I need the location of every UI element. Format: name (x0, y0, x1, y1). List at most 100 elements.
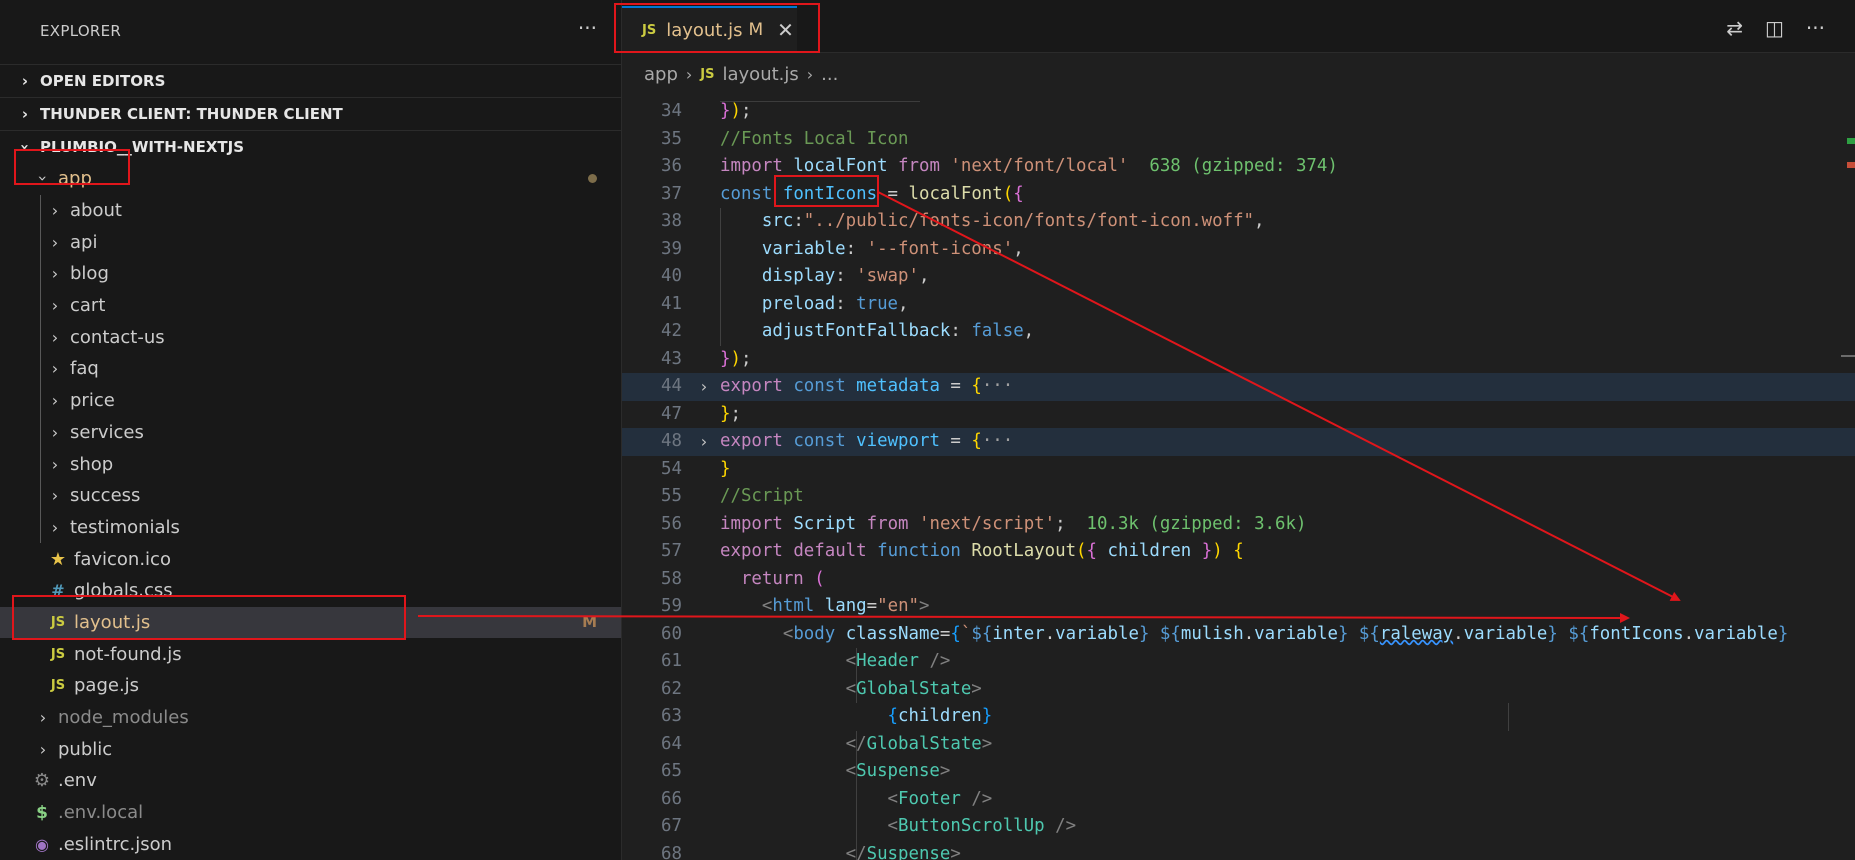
close-icon[interactable]: ✕ (777, 18, 794, 42)
code-line[interactable]: 37 const fontIcons = localFont({ (622, 181, 1855, 209)
code-line[interactable]: 48 › export const viewport = {··· (622, 428, 1855, 456)
css-file-icon: # (51, 581, 65, 601)
breadcrumb-symbol[interactable]: ... (821, 64, 838, 85)
code-line[interactable]: 44 › export const metadata = {··· (622, 373, 1855, 401)
scrollbar-change-marker (1847, 162, 1855, 168)
tree-folder-success[interactable]: › success (0, 480, 621, 512)
code-line[interactable]: 59 <html lang="en"> (622, 593, 1855, 621)
tree-folder-api[interactable]: › api (0, 226, 621, 258)
tree-folder-faq[interactable]: › faq (0, 353, 621, 385)
breadcrumb-file[interactable]: layout.js (723, 64, 799, 85)
tree-folder-services[interactable]: › services (0, 417, 621, 449)
chevron-right-icon: › (685, 64, 693, 84)
code-line[interactable]: 35 //Fonts Local Icon (622, 126, 1855, 154)
tree-folder-price[interactable]: › price (0, 385, 621, 417)
tree-folder-blog[interactable]: › blog (0, 258, 621, 290)
code-text: adjustFontFallback: false, (761, 321, 1035, 341)
chevron-right-icon: › (51, 232, 59, 252)
more-actions-icon[interactable]: ··· (1806, 16, 1825, 40)
star-icon: ★ (49, 548, 67, 570)
split-editor-icon[interactable]: ◫ (1765, 16, 1784, 40)
line-number: 60 (661, 623, 682, 644)
tree-item-label: contact-us (70, 326, 165, 348)
section-project[interactable]: › PLUMBIO__WITH-NEXTJS (0, 130, 621, 163)
gear-icon: ⚙ (33, 770, 51, 792)
js-file-icon: JS (50, 646, 66, 662)
tree-folder-node-modules[interactable]: › node_modules (0, 702, 621, 734)
code-line[interactable]: 39 variable: '--font-icons', (622, 236, 1855, 264)
tree-folder-shop[interactable]: › shop (0, 448, 621, 480)
code-editor[interactable]: 34}); 35//Fonts Local Icon 36 import localF… (622, 94, 1855, 860)
code-line[interactable]: 64 </GlobalState> (622, 731, 1855, 759)
code-line[interactable]: 56 import Script from 'next/script'; 10.3… (622, 511, 1855, 539)
fold-chevron-icon[interactable]: › (699, 428, 709, 456)
tree-file-globals-css[interactable]: # globals.css (0, 575, 621, 607)
code-text: <Header /> (845, 651, 951, 671)
tree-file-layout-js[interactable]: JS layout.js M (0, 606, 621, 639)
code-line[interactable]: 36 import localFont from 'next/font/local… (622, 153, 1855, 181)
tree-folder-testimonials[interactable]: › testimonials (0, 512, 621, 544)
line-number: 65 (661, 761, 682, 781)
tree-file-favicon[interactable]: ★ favicon.ico (0, 543, 621, 575)
tree-file-page-js[interactable]: JS page.js (0, 670, 621, 702)
code-line[interactable]: 38 src:"../public/fonts-icon/fonts/font-… (622, 208, 1855, 236)
code-text: import localFont from 'next/font/local' … (720, 156, 1338, 176)
tree-folder-contact-us[interactable]: › contact-us (0, 321, 621, 353)
fold-chevron-icon[interactable]: › (699, 373, 709, 401)
code-line[interactable]: 65 <Suspense> (622, 758, 1855, 786)
eslint-icon: ◉ (35, 834, 49, 854)
open-changes-icon[interactable]: ⇄ (1726, 16, 1743, 40)
app-children: › about › api › blog › cart › contact-us › faq › pric… (0, 194, 621, 544)
code-line[interactable]: 57 export default function RootLayout({ c… (622, 538, 1855, 566)
tree-file-not-found-js[interactable]: JS not-found.js (0, 638, 621, 670)
tree-item-label: faq (70, 358, 99, 380)
code-line[interactable]: 40 display: 'swap', (622, 263, 1855, 291)
code-line[interactable]: 63 {children} (622, 703, 1855, 731)
code-line[interactable]: 43}); (622, 346, 1855, 374)
tree-item-label: .eslintrc.json (58, 833, 173, 855)
tree-file-eslintrc[interactable]: ◉ .eslintrc.json (0, 828, 621, 860)
code-text: <body className={`${inter.variable} ${mu… (782, 623, 1789, 644)
section-label: PLUMBIO__WITH-NEXTJS (40, 138, 245, 156)
tree-file-env[interactable]: ⚙ .env (0, 765, 621, 797)
code-line[interactable]: 58 return ( (622, 566, 1855, 594)
tree-folder-cart[interactable]: › cart (0, 290, 621, 322)
tree-item-label: success (70, 485, 141, 507)
code-line[interactable]: 60 <body className={`${inter.variable} $… (622, 621, 1855, 649)
line-number: 58 (661, 568, 682, 589)
code-line[interactable]: 42 adjustFontFallback: false, (622, 318, 1855, 346)
explorer-header: EXPLORER ··· (0, 0, 621, 64)
tree-folder-public[interactable]: › public (0, 733, 621, 765)
code-text: //Script (720, 486, 804, 506)
code-text: } (720, 458, 731, 479)
chevron-down-icon: › (16, 143, 34, 151)
code-line[interactable]: 68 </Suspense> (622, 841, 1855, 860)
code-line[interactable]: 41 preload: true, (622, 291, 1855, 319)
code-line[interactable]: 54} (622, 456, 1855, 484)
chevron-right-icon: › (51, 517, 59, 537)
code-text: import Script from 'next/script'; 10.3k … (720, 513, 1307, 534)
code-line[interactable]: 67 <ButtonScrollUp /> (622, 813, 1855, 841)
code-line[interactable]: 62 <GlobalState> (622, 676, 1855, 704)
editor-area: JS layout.js M ✕ ⇄ ◫ ··· app › JS layout… (622, 0, 1855, 860)
tab-label: layout.js (666, 19, 743, 41)
section-open-editors[interactable]: › OPEN EDITORS (0, 64, 621, 97)
code-line[interactable]: 47}; (622, 401, 1855, 429)
line-number: 37 (661, 183, 682, 204)
code-text: export default function RootLayout({ chi… (720, 541, 1244, 561)
code-line[interactable]: 66 <Footer /> (622, 786, 1855, 814)
tree-item-label: not-found.js (74, 643, 182, 665)
more-actions-icon[interactable]: ··· (578, 16, 597, 40)
code-line[interactable]: 34}); (622, 98, 1855, 126)
tree-folder-about[interactable]: › about (0, 195, 621, 227)
tree-folder-app[interactable]: › app (0, 163, 621, 195)
code-line[interactable]: 61 <Header /> (622, 648, 1855, 676)
tree-file-env-local[interactable]: $ .env.local (0, 797, 621, 829)
vscode-window: EXPLORER ··· › OPEN EDITORS › THUNDER CL… (0, 0, 1855, 860)
section-thunder-client[interactable]: › THUNDER CLIENT: THUNDER CLIENT (0, 97, 621, 130)
code-line[interactable]: 55 //Script (622, 483, 1855, 511)
chevron-right-icon: › (51, 422, 59, 442)
line-number: 59 (661, 596, 682, 616)
breadcrumb-folder[interactable]: app (644, 64, 678, 85)
tab-layout-js[interactable]: JS layout.js M ✕ (622, 6, 797, 52)
